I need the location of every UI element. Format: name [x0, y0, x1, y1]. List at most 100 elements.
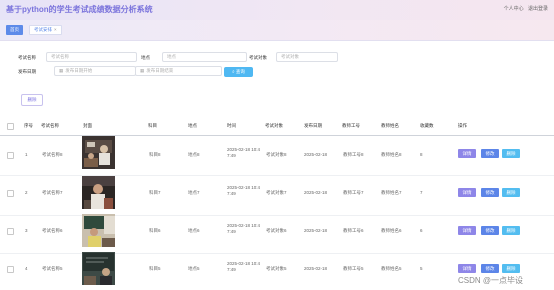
cell-time: 2025-02-18 10:4 7:49 — [227, 223, 260, 235]
th-exam-name: 考试名称 — [41, 123, 59, 128]
header-links: 个人中心 退出登录 — [501, 5, 548, 12]
cell-teacher-name: 教师姓名8 — [381, 152, 402, 157]
cell-teacher-name: 教师姓名7 — [381, 190, 402, 195]
tab-exam-schedule[interactable]: 考试安排 × — [29, 25, 62, 35]
cell-index: 3 — [25, 228, 28, 233]
cell-teacher-id: 教师工号5 — [343, 266, 364, 271]
cell-publish-date: 2025-02-18 — [304, 266, 328, 271]
edit-button[interactable]: 修改 — [481, 226, 499, 235]
cell-index: 4 — [25, 266, 28, 271]
cell-favorites: 7 — [420, 190, 423, 195]
edit-button[interactable]: 修改 — [481, 188, 499, 197]
th-time: 时间 — [227, 123, 236, 128]
cell-publish-date: 2025-02-18 — [304, 190, 328, 195]
cell-favorites: 6 — [420, 228, 423, 233]
cell-time-clock: 7:49 — [227, 191, 236, 196]
cell-time: 2025-02-18 10:4 7:49 — [227, 261, 260, 273]
delete-button[interactable]: 删除 — [502, 188, 520, 197]
cell-teacher-name: 教师姓名6 — [381, 228, 402, 233]
profile-link[interactable]: 个人中心 — [504, 6, 524, 12]
th-subject: 科目 — [148, 123, 157, 128]
publish-date-start-input[interactable]: ▦ 发布日期开始 — [54, 66, 136, 76]
calendar-icon: ▦ — [59, 68, 64, 73]
row-checkbox[interactable] — [7, 228, 14, 235]
cell-exam-name: 考试名称7 — [42, 190, 63, 195]
edit-button[interactable]: 修改 — [481, 264, 499, 273]
cell-time-clock: 7:49 — [227, 267, 236, 272]
select-all-checkbox[interactable] — [7, 123, 14, 130]
view-button[interactable]: 详情 — [458, 149, 476, 158]
delete-button[interactable]: 删除 — [502, 264, 520, 273]
cover-image — [82, 136, 115, 169]
th-teacher-name: 教师姓名 — [381, 123, 399, 128]
cell-time: 2025-02-18 10:4 7:49 — [227, 147, 260, 159]
search-button-label: 查询 — [235, 69, 245, 74]
cell-index: 2 — [25, 190, 28, 195]
cell-teacher-id: 教师工号7 — [343, 190, 364, 195]
search-icon: ⌕ — [232, 69, 235, 74]
delete-button[interactable]: 删除 — [502, 149, 520, 158]
table-row: 2 考试名称7 科目7 地点7 2025-02-18 10:4 7:49 考试对… — [0, 175, 554, 216]
cell-exam-name: 考试名称8 — [42, 152, 63, 157]
th-actions: 操作 — [458, 123, 467, 128]
table-row: 1 考试名称8 科目8 地点8 2025-02-18 10:4 7:49 考试对… — [0, 135, 554, 176]
th-location: 地点 — [188, 123, 197, 128]
cell-time-clock: 7:49 — [227, 229, 236, 234]
search-button[interactable]: ⌕ 查询 — [224, 67, 253, 77]
th-index: 序号 — [24, 123, 33, 128]
view-button[interactable]: 详情 — [458, 188, 476, 197]
batch-delete-button[interactable]: 删除 — [21, 94, 43, 106]
view-button[interactable]: 详情 — [458, 226, 476, 235]
cell-publish-date: 2025-02-18 — [304, 228, 328, 233]
cell-index: 1 — [25, 152, 28, 157]
cell-time-clock: 7:49 — [227, 153, 236, 158]
publish-date-end-input[interactable]: ▦ 发布日期结束 — [135, 66, 222, 76]
publish-date-start-placeholder: 发布日期开始 — [65, 68, 93, 73]
edit-button[interactable]: 修改 — [481, 149, 499, 158]
location-label: 地点 — [141, 55, 150, 60]
exam-name-label: 考试名称 — [18, 55, 36, 60]
publish-date-label: 发布日期 — [18, 69, 36, 74]
logout-link[interactable]: 退出登录 — [528, 6, 548, 12]
location-input[interactable]: 地点 — [162, 52, 247, 62]
calendar-icon: ▦ — [140, 68, 145, 73]
view-button[interactable]: 详情 — [458, 264, 476, 273]
row-checkbox[interactable] — [7, 152, 14, 159]
cell-location: 地点7 — [188, 190, 200, 195]
th-teacher-id: 教师工号 — [342, 123, 360, 128]
cell-location: 地点6 — [188, 228, 200, 233]
cell-exam-target: 考试对象5 — [266, 266, 287, 271]
cell-exam-target: 考试对象8 — [266, 152, 287, 157]
cover-image — [82, 176, 115, 209]
cell-exam-name: 考试名称6 — [42, 228, 63, 233]
cell-teacher-id: 教师工号8 — [343, 152, 364, 157]
cell-subject: 科目5 — [149, 266, 161, 271]
cover-image — [82, 214, 115, 247]
row-checkbox[interactable] — [7, 190, 14, 197]
app-title: 基于python的学生考试成绩数据分析系统 — [6, 5, 153, 14]
exam-name-input[interactable]: 考试名称 — [46, 52, 137, 62]
close-icon[interactable]: × — [54, 27, 57, 32]
publish-date-end-placeholder: 发布日期结束 — [146, 68, 174, 73]
cell-time: 2025-02-18 10:4 7:49 — [227, 185, 260, 197]
cell-teacher-id: 教师工号6 — [343, 228, 364, 233]
cell-location: 地点8 — [188, 152, 200, 157]
cover-image — [82, 252, 115, 285]
th-favorites: 收藏数 — [420, 123, 434, 128]
table-header: 序号 考试名称 封面 科目 地点 时间 考试对象 发布日期 教师工号 教师姓名 … — [0, 117, 554, 136]
cell-subject: 科目6 — [149, 228, 161, 233]
row-checkbox[interactable] — [7, 266, 14, 273]
cell-location: 地点5 — [188, 266, 200, 271]
cell-exam-target: 考试对象7 — [266, 190, 287, 195]
cell-subject: 科目8 — [149, 152, 161, 157]
delete-button[interactable]: 删除 — [502, 226, 520, 235]
exam-target-input[interactable]: 考试对象 — [276, 52, 338, 62]
top-header: 基于python的学生考试成绩数据分析系统 个人中心 退出登录 — [0, 0, 554, 20]
cell-publish-date: 2025-02-18 — [304, 152, 328, 157]
exam-target-label: 考试对象 — [249, 55, 267, 60]
tab-exam-label: 考试安排 — [34, 27, 52, 32]
tab-home[interactable]: 首页 — [6, 25, 23, 35]
table-row: 3 考试名称6 科目6 地点6 2025-02-18 10:4 7:49 考试对… — [0, 213, 554, 254]
cell-favorites: 5 — [420, 266, 423, 271]
th-exam-target: 考试对象 — [265, 123, 283, 128]
